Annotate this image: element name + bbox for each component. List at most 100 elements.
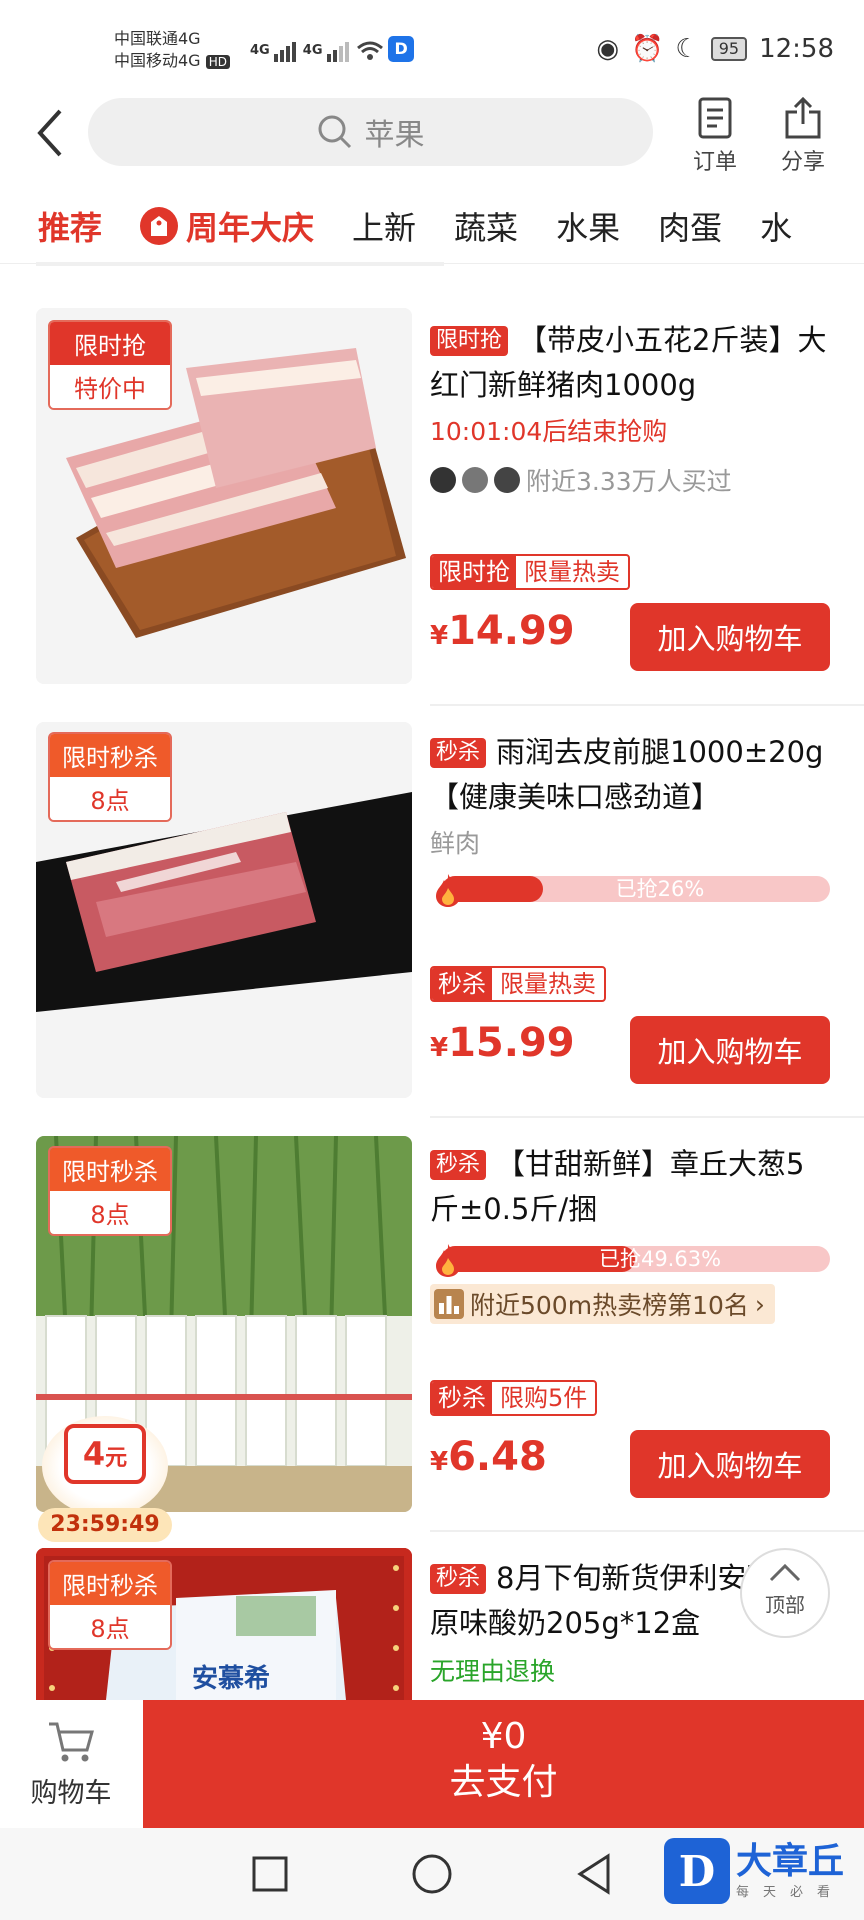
promo-badge: 限时秒杀 8点 bbox=[48, 732, 172, 822]
hd-badge: HD bbox=[205, 55, 230, 69]
tab-label: 周年大庆 bbox=[186, 208, 315, 247]
product-title-text: 【甘甜新鲜】章丘大葱5斤±0.5斤/捆 bbox=[430, 1147, 805, 1226]
back-nav-icon[interactable] bbox=[574, 1852, 614, 1896]
share-button[interactable]: 分享 bbox=[768, 96, 838, 176]
tab-label: 肉蛋 bbox=[658, 208, 723, 247]
eye-icon: ◉ bbox=[596, 34, 620, 64]
search-text: 苹果 bbox=[364, 118, 425, 153]
cart-icon bbox=[49, 1722, 94, 1762]
badge-bottom: 特价中 bbox=[50, 365, 170, 408]
price-value: 14.99 bbox=[448, 608, 575, 654]
share-icon bbox=[785, 96, 821, 139]
product-info[interactable]: 限时抢 【带皮小五花2斤装】大红门新鲜猪肉1000g 10:01:04后结束抢购 … bbox=[430, 318, 830, 498]
badge-bottom: 8点 bbox=[50, 777, 170, 820]
carrier-info: 中国联通4G 中国移动4G HD bbox=[114, 28, 230, 73]
price-tag: 限时抢 限量热卖 bbox=[430, 554, 630, 590]
tab-label: 蔬菜 bbox=[454, 208, 519, 247]
tab-label: 水 bbox=[760, 208, 793, 247]
pay-button[interactable]: ¥0 去支付 bbox=[143, 1700, 864, 1828]
promo-badge: 限时秒杀 8点 bbox=[48, 1560, 172, 1650]
tab-vegetables[interactable]: 蔬菜 bbox=[454, 203, 518, 249]
product-title-text: 雨润去皮前腿1000±20g【健康美味口感劲道】 bbox=[430, 735, 824, 814]
currency: ¥ bbox=[430, 1447, 449, 1477]
product-price: ¥14.99 bbox=[430, 608, 575, 654]
tab-label: 水果 bbox=[556, 208, 621, 247]
progress-text: 已抢26% bbox=[615, 877, 705, 901]
category-tabs: 推荐 周年大庆 上新 蔬菜 水果 肉蛋 水 bbox=[0, 188, 864, 264]
product-title: 秒杀 【甘甜新鲜】章丘大葱5斤±0.5斤/捆 bbox=[430, 1142, 830, 1232]
coupon-unit: 元 bbox=[105, 1446, 128, 1471]
status-right: ◉ ⏰ ☾ 95 12:58 bbox=[596, 34, 834, 64]
tab-more[interactable]: 水 bbox=[760, 203, 792, 249]
badge-top: 限时秒杀 bbox=[50, 1148, 170, 1191]
price-tag-type: 秒杀 bbox=[432, 968, 492, 1000]
tab-recommend[interactable]: 推荐 bbox=[38, 203, 102, 249]
clock: 12:58 bbox=[759, 34, 834, 64]
coupon-value: 4 bbox=[82, 1435, 106, 1473]
chevron-left-icon bbox=[37, 109, 62, 157]
currency: ¥ bbox=[430, 1033, 449, 1063]
fire-icon bbox=[436, 874, 460, 907]
orders-button[interactable]: 订单 bbox=[680, 96, 750, 176]
avatar bbox=[430, 467, 456, 493]
price-tag-type: 限时抢 bbox=[432, 556, 516, 588]
net-type-2: 4G bbox=[302, 43, 323, 58]
cart-label: 购物车 bbox=[30, 1778, 112, 1809]
signal-icons: 4G 4G D bbox=[250, 36, 415, 62]
coupon-countdown-bubble[interactable]: 4元 23:59:49 bbox=[38, 1416, 172, 1546]
price-tag: 秒杀 限购5件 bbox=[430, 1380, 598, 1416]
pay-label: 去支付 bbox=[449, 1762, 558, 1803]
tab-meat-eggs[interactable]: 肉蛋 bbox=[658, 203, 722, 249]
signal-bars-icon bbox=[274, 42, 298, 62]
recent-apps-icon[interactable] bbox=[250, 1854, 290, 1894]
flash-tag: 限时抢 bbox=[430, 326, 509, 356]
alarm-icon: ⏰ bbox=[631, 34, 664, 64]
sold-progress: 已抢26% bbox=[430, 872, 830, 907]
badge-top: 限时抢 bbox=[50, 322, 170, 365]
cart-total: ¥0 bbox=[480, 1716, 527, 1757]
watermark-text: 大章丘 每天必看 bbox=[736, 1840, 845, 1900]
coupon-amount: 4元 bbox=[64, 1424, 146, 1484]
back-to-top-button[interactable]: 顶部 bbox=[740, 1548, 830, 1638]
product-info[interactable]: 秒杀 【甘甜新鲜】章丘大葱5斤±0.5斤/捆 已抢49.63% 附近500m热卖榜… bbox=[430, 1142, 830, 1324]
price-tag-label: 限量热卖 bbox=[524, 558, 620, 586]
return-policy: 无理由退换 bbox=[430, 1657, 556, 1686]
battery-icon: 95 bbox=[710, 37, 748, 61]
signal-bars-icon bbox=[327, 42, 351, 62]
add-to-cart-button[interactable]: 加入购物车 bbox=[630, 1016, 830, 1084]
divider bbox=[430, 1116, 864, 1118]
back-button[interactable] bbox=[30, 105, 70, 165]
status-bar: 中国联通4G 中国移动4G HD 4G 4G D ◉ ⏰ ☾ 95 12:58 bbox=[0, 0, 864, 100]
price-tag: 秒杀 限量热卖 bbox=[430, 966, 606, 1002]
tab-label: 上新 bbox=[352, 208, 417, 247]
carrier-1: 中国联通4G bbox=[114, 29, 201, 48]
tab-anniversary[interactable]: 周年大庆 bbox=[140, 203, 314, 249]
badge-bottom: 8点 bbox=[50, 1191, 170, 1234]
wifi-icon bbox=[356, 41, 383, 60]
share-label: 分享 bbox=[780, 150, 825, 175]
tab-new[interactable]: 上新 bbox=[352, 203, 416, 249]
sale-countdown: 10:01:04后结束抢购 bbox=[430, 417, 668, 446]
product-info[interactable]: 秒杀 雨润去皮前腿1000±20g【健康美味口感劲道】 鲜肉 已抢26% bbox=[430, 730, 830, 907]
cart-button[interactable]: 购物车 bbox=[0, 1700, 142, 1828]
search-bar[interactable]: 苹果 bbox=[88, 98, 653, 166]
currency: ¥ bbox=[430, 621, 449, 651]
carrier-2: 中国移动4G HD bbox=[114, 50, 230, 73]
price-tag-label: 限量热卖 bbox=[500, 970, 596, 998]
avatar bbox=[462, 467, 488, 493]
sold-progress: 已抢49.63% bbox=[430, 1242, 830, 1277]
hot-ranking-badge[interactable]: 附近500m热卖榜第10名 › bbox=[430, 1284, 775, 1324]
add-to-cart-button[interactable]: 加入购物车 bbox=[630, 1430, 830, 1498]
orders-label: 订单 bbox=[692, 150, 737, 175]
badge-top: 限时秒杀 bbox=[50, 734, 170, 777]
badge-top: 限时秒杀 bbox=[50, 1562, 170, 1605]
add-to-cart-button[interactable]: 加入购物车 bbox=[630, 603, 830, 671]
fire-icon bbox=[436, 1244, 460, 1277]
home-icon[interactable] bbox=[410, 1852, 454, 1896]
watermark-name: 大章丘 bbox=[736, 1840, 845, 1882]
tab-fruit[interactable]: 水果 bbox=[556, 203, 620, 249]
tab-label: 推荐 bbox=[38, 208, 103, 247]
carrier-2-label: 中国移动4G bbox=[114, 51, 201, 70]
price-tag-type: 秒杀 bbox=[432, 1382, 492, 1414]
price-value: 6.48 bbox=[448, 1434, 547, 1480]
